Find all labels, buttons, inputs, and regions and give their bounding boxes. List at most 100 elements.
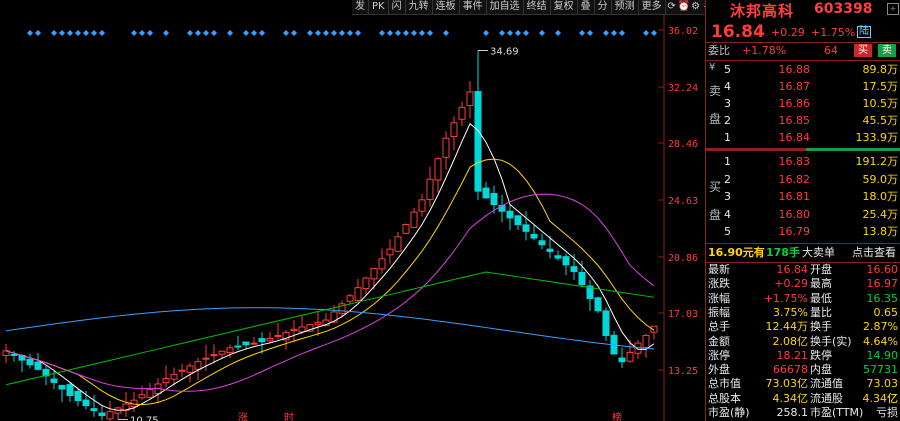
candle-body xyxy=(242,341,250,346)
signal-marker xyxy=(403,30,409,36)
weibi-value: +1.78% xyxy=(742,44,787,57)
toolbar-item-jiuzhuan[interactable]: 九转 xyxy=(406,0,433,14)
expand-icon[interactable]: + xyxy=(887,3,899,15)
gear-icon[interactable]: ⚙ xyxy=(690,0,702,14)
candle-body xyxy=(162,378,170,384)
stat-value: 16.60 xyxy=(866,263,899,276)
buy-button[interactable]: 买 xyxy=(854,44,872,57)
sell-order-row[interactable]: 2 16.85 45.5万 xyxy=(706,112,900,129)
order-level: 4 xyxy=(724,207,731,221)
sell-order-row[interactable]: 3 16.86 10.5万 xyxy=(706,95,900,112)
signal-marker xyxy=(227,30,233,36)
candle-body xyxy=(602,310,610,336)
stat-value: 4.34亿 xyxy=(772,391,809,405)
order-level: 3 xyxy=(724,97,731,110)
high-label: 34.69 xyxy=(490,46,519,57)
sell-order-row[interactable]: 5 16.88 89.8万 xyxy=(706,61,900,78)
stat-row: 最新 16.84 开盘 16.60 xyxy=(706,262,900,277)
buy-order-row[interactable]: 2 16.82 59.0万 xyxy=(706,171,900,188)
buy-order-row[interactable]: 1 16.83 191.2万 xyxy=(706,153,900,170)
signal-marker xyxy=(99,30,105,36)
bottom-mark: 涨 xyxy=(238,412,248,421)
bottom-mark: 榜 xyxy=(612,411,622,421)
buy-order-row[interactable]: 3 16.81 18.0万 xyxy=(706,188,900,205)
order-level: 1 xyxy=(724,131,731,144)
signal-marker xyxy=(427,30,433,36)
candle-body xyxy=(410,211,418,228)
stat-value: +1.75% xyxy=(763,291,808,305)
toolbar-item-shijian[interactable]: 事件 xyxy=(460,0,487,14)
order-price: 16.81 xyxy=(778,190,811,204)
kline-chart-area[interactable]: 36.02 32.24 28.46 24.63 20.86 17.03 13.25 34.69… xyxy=(0,0,750,421)
order-volume: 191.2万 xyxy=(855,155,899,168)
stat-value: 66678 xyxy=(773,363,808,377)
stat-value: 258.1 xyxy=(776,406,809,419)
stat-value: 0.65 xyxy=(873,305,899,319)
refresh-icon[interactable]: ⟳ xyxy=(666,0,678,14)
toolbar-item-yuce[interactable]: 预测 xyxy=(612,0,639,14)
stat-label: 市盈(静) xyxy=(708,406,750,419)
stat-value: 3.75% xyxy=(773,305,808,319)
signal-marker xyxy=(515,30,521,36)
candle-body xyxy=(346,295,354,302)
view-details-link[interactable]: 点击查看 xyxy=(852,244,896,261)
buy-order-row[interactable]: 5 16.79 13.8万 xyxy=(706,223,900,240)
candle-body xyxy=(618,357,626,363)
candle-body xyxy=(202,357,210,360)
stat-label: 外盘 xyxy=(708,363,730,377)
toolbar-item-more[interactable]: 更多 xyxy=(639,0,666,14)
order-volume: 89.8万 xyxy=(862,63,899,76)
candle-body xyxy=(482,187,490,199)
toolbar-item-lianban[interactable]: 连板 xyxy=(433,0,460,14)
stat-label: 流通股 xyxy=(810,391,843,405)
toolbar-item-fuquan[interactable]: 复权 xyxy=(551,0,578,14)
y-tick-label: 20.86 xyxy=(668,253,698,264)
signal-marker xyxy=(579,30,585,36)
signal-marker xyxy=(243,30,249,36)
buy-order-row[interactable]: 4 16.80 25.4万 xyxy=(706,206,900,223)
order-book-split xyxy=(706,148,900,151)
stat-value: 73.03亿 xyxy=(765,377,809,391)
stat-label: 涨幅 xyxy=(708,291,730,305)
order-level: 2 xyxy=(724,114,731,127)
candle-body xyxy=(50,378,58,383)
candle-body xyxy=(370,267,378,280)
signal-marker xyxy=(163,30,169,36)
order-price: 16.86 xyxy=(778,97,811,110)
stat-label: 总市值 xyxy=(708,377,741,391)
stat-row: 外盘 66678 内盘 57731 xyxy=(706,362,900,377)
toolbar-item-die[interactable]: 叠 xyxy=(578,0,595,14)
candle-body xyxy=(90,408,98,412)
toolbar-item-add-watchlist[interactable]: 加自选 xyxy=(487,0,524,14)
candle-body xyxy=(418,199,426,212)
order-price: 16.87 xyxy=(778,80,811,93)
last-price: 16.84 xyxy=(711,22,765,42)
stat-row: 涨幅 +1.75% 最低 16.35 xyxy=(706,291,900,306)
candle-body xyxy=(266,338,274,342)
toolbar-item-fa[interactable]: 发 xyxy=(352,0,369,14)
candle-body xyxy=(26,358,34,366)
stat-label: 换手 xyxy=(810,320,832,334)
toolbar-item-zhongjie[interactable]: 终结 xyxy=(524,0,551,14)
sell-order-row[interactable]: 1 16.84 133.9万 xyxy=(706,129,900,146)
order-price: 16.80 xyxy=(778,207,811,221)
alarm-icon[interactable]: ⏰ xyxy=(678,0,690,14)
toolbar-item-pk[interactable]: PK xyxy=(369,0,389,14)
signal-marker xyxy=(651,30,657,36)
toolbar-item-fen[interactable]: 分 xyxy=(595,0,612,14)
stat-label: 最新 xyxy=(708,263,730,276)
toolbar-item-shan[interactable]: 闪 xyxy=(389,0,406,14)
signal-marker xyxy=(611,30,617,36)
sell-button[interactable]: 卖 xyxy=(878,44,896,57)
candle-body xyxy=(290,328,298,332)
candle-body xyxy=(138,394,146,399)
signal-marker xyxy=(395,30,401,36)
order-price: 16.88 xyxy=(778,63,811,76)
order-level: 1 xyxy=(724,155,731,168)
sell-order-row[interactable]: 4 16.87 17.5万 xyxy=(706,78,900,95)
kline-chart[interactable]: 36.02 32.24 28.46 24.63 20.86 17.03 13.25 34.69… xyxy=(0,0,705,421)
stat-value: 4.34亿 xyxy=(862,391,899,405)
signal-marker xyxy=(35,30,41,36)
signal-marker xyxy=(147,30,153,36)
stock-code: 603398 xyxy=(814,1,873,17)
